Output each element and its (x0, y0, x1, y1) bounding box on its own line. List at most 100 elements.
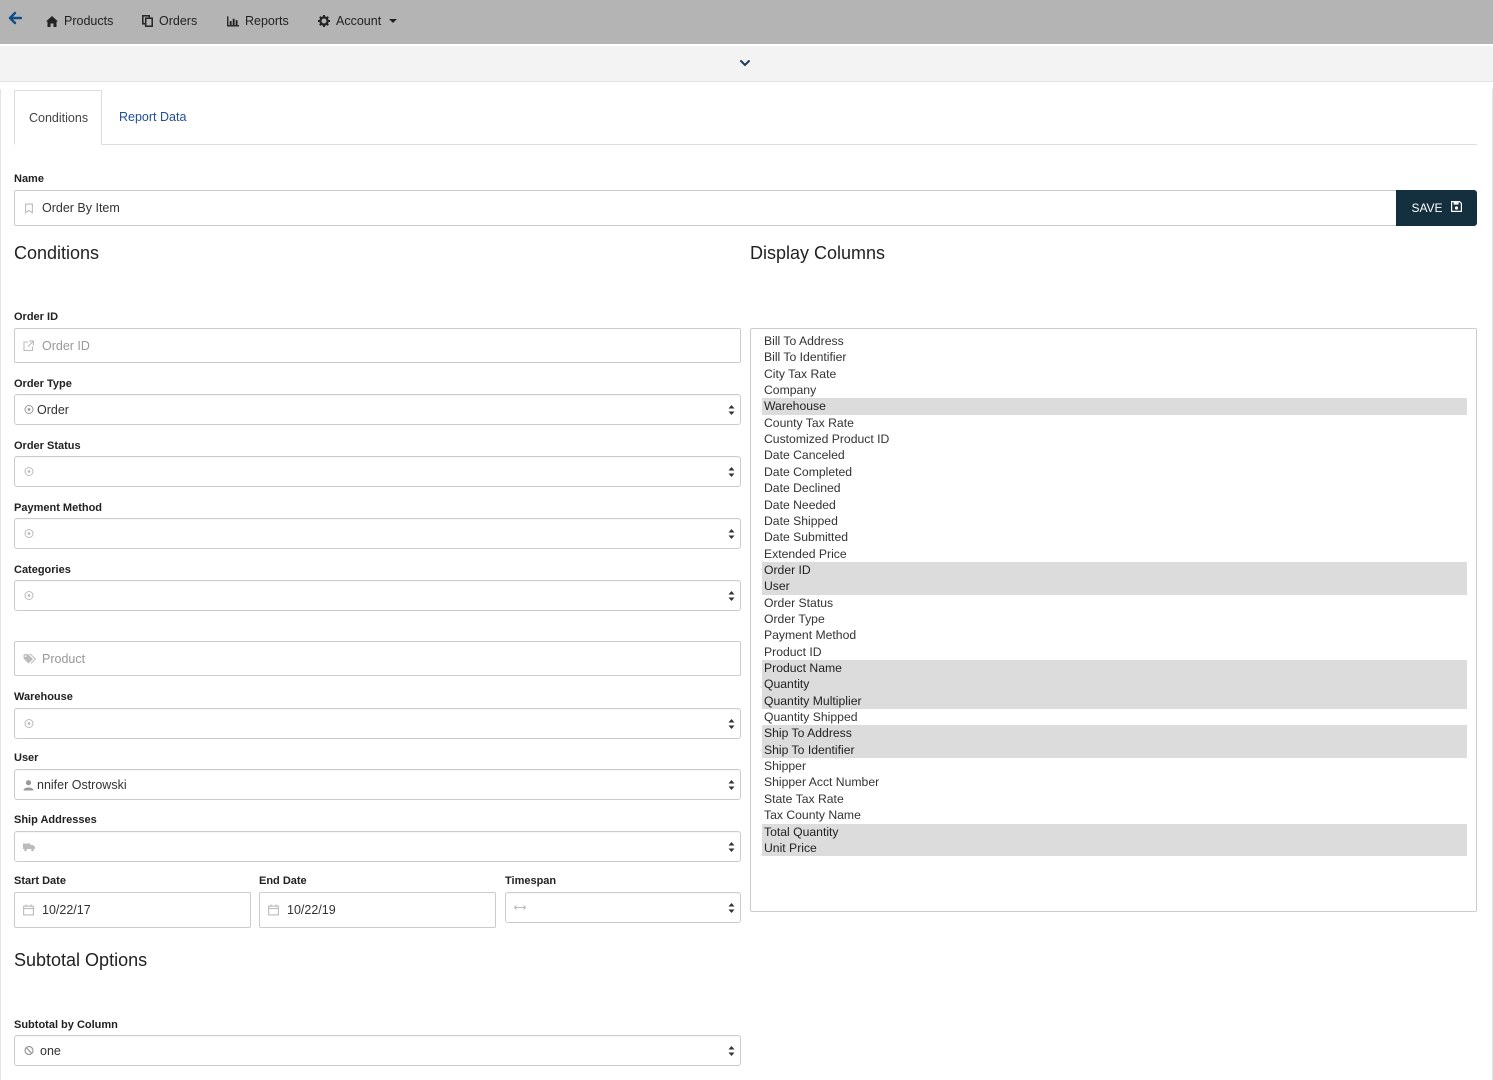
display-column-option[interactable]: Shipper Acct Number (762, 774, 1467, 790)
categories-label: Categories (14, 564, 71, 576)
order-type-value: Order (37, 402, 69, 417)
timespan-label: Timespan (505, 875, 557, 887)
save-button[interactable]: SAVE (1396, 190, 1477, 226)
order-status-label: Order Status (14, 440, 81, 452)
display-column-option[interactable]: Bill To Identifier (762, 349, 1467, 365)
display-column-option[interactable]: Product ID (762, 644, 1467, 660)
display-column-option[interactable]: Bill To Address (762, 333, 1467, 349)
subtotal-by-column-value: one (40, 1043, 61, 1058)
product-input[interactable]: Product (14, 641, 741, 676)
categories-select[interactable] (14, 580, 741, 611)
display-columns-heading: Display Columns (750, 243, 886, 263)
display-columns-listbox[interactable]: Bill To Address Bill To Identifier City Ta… (750, 328, 1477, 912)
circle-dot-icon (23, 718, 34, 729)
select-arrows-icon (728, 779, 735, 790)
warehouse-label: Warehouse (14, 691, 73, 703)
nav-reports-label: Reports (245, 14, 289, 28)
nav-orders-label: Orders (159, 14, 198, 28)
order-status-select[interactable] (14, 456, 741, 487)
chevron-down-icon[interactable] (739, 57, 751, 69)
display-column-option[interactable]: County Tax Rate (762, 415, 1467, 431)
display-column-option[interactable]: Date Shipped (762, 513, 1467, 529)
display-column-option[interactable]: Order Type (762, 611, 1467, 627)
arrow-left-icon (8, 11, 23, 25)
display-column-option[interactable]: Date Submitted (762, 529, 1467, 545)
select-arrows-icon (728, 466, 735, 477)
select-arrows-icon (728, 590, 735, 601)
user-value: nnifer Ostrowski (37, 777, 127, 792)
payment-method-select[interactable] (14, 518, 741, 549)
bar-chart-icon (227, 15, 239, 27)
display-column-option[interactable]: Date Canceled (762, 447, 1467, 463)
display-column-option[interactable]: State Tax Rate (762, 791, 1467, 807)
tab-conditions[interactable]: Conditions (14, 90, 102, 145)
display-column-option[interactable]: Order ID (762, 561, 1467, 579)
subtotal-by-column-select[interactable]: one (14, 1035, 741, 1066)
nav-account[interactable]: Account (318, 12, 398, 30)
tab-report-data[interactable]: Report Data (105, 90, 200, 145)
copy-icon (141, 15, 153, 27)
nav-products-label: Products (64, 14, 114, 28)
display-column-option[interactable]: Unit Price (762, 839, 1467, 857)
nav-products[interactable]: Products (46, 12, 113, 30)
display-column-option[interactable]: Date Declined (762, 480, 1467, 496)
start-date-label: Start Date (14, 875, 66, 887)
arrows-horizontal-icon (514, 902, 526, 913)
ship-addresses-select[interactable] (14, 831, 741, 862)
display-column-option[interactable]: Tax County Name (762, 807, 1467, 823)
user-icon (23, 779, 34, 790)
select-arrows-icon (728, 404, 735, 415)
order-id-label: Order ID (14, 311, 59, 323)
warehouse-select[interactable] (14, 708, 741, 739)
caret-down-icon (389, 19, 398, 23)
display-column-option[interactable]: Quantity (762, 676, 1467, 693)
end-date-label: End Date (259, 875, 307, 887)
nav-orders[interactable]: Orders (141, 12, 197, 30)
tab-bar: Conditions Report Data (14, 90, 1477, 145)
order-type-select[interactable]: Order (14, 394, 741, 425)
floppy-disk-icon (1450, 201, 1462, 215)
back-button[interactable] (8, 11, 24, 27)
subtotal-by-column-label: Subtotal by Column (14, 1019, 118, 1031)
display-column-option[interactable]: Ship To Address (762, 725, 1467, 742)
display-column-option[interactable]: Date Completed (762, 464, 1467, 480)
display-column-option[interactable]: Warehouse (762, 398, 1467, 415)
select-arrows-icon (728, 1045, 735, 1056)
select-arrows-icon (728, 528, 735, 539)
display-column-option[interactable]: Customized Product ID (762, 431, 1467, 447)
display-column-option[interactable]: Shipper (762, 758, 1467, 774)
display-column-option[interactable]: Payment Method (762, 627, 1467, 643)
user-select[interactable]: nnifer Ostrowski (14, 769, 741, 800)
calendar-icon (23, 904, 34, 916)
order-id-input[interactable]: Order ID (14, 328, 741, 363)
select-arrows-icon (728, 718, 735, 729)
order-id-placeholder: Order ID (42, 338, 90, 353)
display-column-option[interactable]: Extended Price (762, 546, 1467, 562)
display-column-option[interactable]: User (762, 578, 1467, 595)
display-column-option[interactable]: Quantity Shipped (762, 709, 1467, 725)
select-arrows-icon (728, 902, 735, 913)
display-column-option[interactable]: City Tax Rate (762, 366, 1467, 382)
display-column-option[interactable]: Order Status (762, 595, 1467, 611)
home-icon (46, 15, 58, 27)
display-column-option[interactable]: Company (762, 382, 1467, 398)
collapse-bar (0, 46, 1493, 82)
name-input[interactable]: Order By Item (14, 190, 1397, 226)
circle-dot-icon (23, 528, 34, 539)
nav-account-label: Account (336, 14, 382, 28)
nav-reports[interactable]: Reports (227, 12, 289, 30)
user-label: User (14, 752, 39, 764)
product-placeholder: Product (42, 651, 86, 666)
display-column-option[interactable]: Date Needed (762, 497, 1467, 513)
top-navbar: Products Orders Reports Account (0, 0, 1493, 44)
display-column-option[interactable]: Quantity Multiplier (762, 692, 1467, 710)
display-column-option[interactable]: Product Name (762, 660, 1467, 677)
external-link-icon (23, 340, 34, 351)
timespan-select[interactable] (505, 892, 741, 923)
ship-addresses-label: Ship Addresses (14, 814, 97, 826)
start-date-input[interactable]: 10/22/17 (14, 892, 251, 928)
display-column-option[interactable]: Total Quantity (762, 823, 1467, 840)
end-date-input[interactable]: 10/22/19 (259, 892, 496, 928)
display-column-option[interactable]: Ship To Identifier (762, 741, 1467, 759)
name-label: Name (14, 173, 44, 185)
